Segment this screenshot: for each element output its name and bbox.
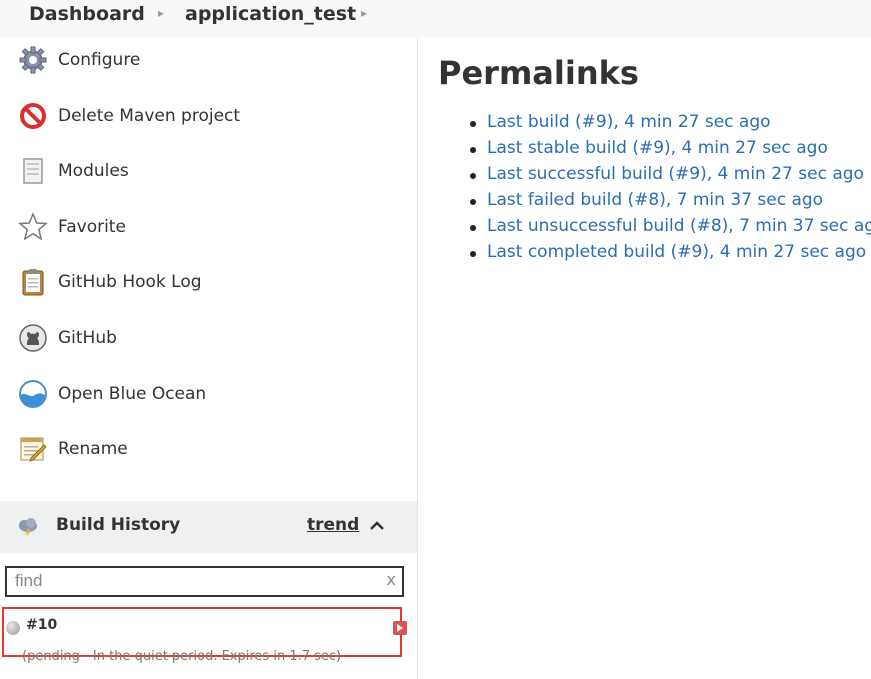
blue-ocean-icon	[18, 379, 48, 409]
chevron-right-icon[interactable]: ▸	[361, 6, 367, 20]
build-number-link[interactable]: #10	[26, 617, 57, 633]
task-open-blue-ocean[interactable]: Open Blue Ocean	[18, 379, 206, 409]
github-icon	[18, 323, 48, 353]
task-label: Open Blue Ocean	[58, 384, 207, 404]
chevron-up-icon[interactable]	[368, 517, 386, 535]
list-item: Last build (#9), 4 min 27 sec ago	[470, 112, 871, 138]
breadcrumb-dashboard[interactable]: Dashboard	[29, 3, 145, 25]
task-github[interactable]: GitHub	[18, 323, 117, 353]
permalink-last-stable-build[interactable]: Last stable build (#9), 4 min 27 sec ago	[487, 138, 828, 158]
clipboard-icon	[18, 267, 48, 297]
list-item: Last completed build (#9), 4 min 27 sec …	[470, 242, 871, 268]
page-title: Permalinks	[438, 54, 639, 92]
permalink-last-completed-build[interactable]: Last completed build (#9), 4 min 27 sec …	[487, 242, 866, 262]
breadcrumb-project[interactable]: application_test	[185, 3, 356, 25]
permalink-last-failed-build[interactable]: Last failed build (#8), 7 min 37 sec ago	[487, 190, 823, 210]
list-item: Last unsuccessful build (#8), 7 min 37 s…	[470, 216, 871, 242]
task-modules[interactable]: Modules	[18, 156, 129, 186]
task-label: Delete Maven project	[58, 106, 241, 126]
sidebar: Configure Delete Maven project Modules F…	[0, 38, 418, 679]
build-status-text: (pending—In the quiet period. Expires in…	[22, 649, 342, 664]
task-label: GitHub Hook Log	[58, 272, 202, 292]
cancel-build-icon[interactable]	[393, 621, 407, 635]
list-item: Last successful build (#9), 4 min 27 sec…	[470, 164, 871, 190]
task-rename[interactable]: Rename	[18, 434, 128, 464]
chevron-right-icon[interactable]: ▸	[158, 6, 164, 20]
star-icon	[18, 212, 48, 242]
task-label: GitHub	[58, 328, 117, 348]
permalinks-list: Last build (#9), 4 min 27 sec ago Last s…	[470, 112, 871, 268]
no-entry-icon	[18, 101, 48, 131]
list-item: Last failed build (#8), 7 min 37 sec ago	[470, 190, 871, 216]
build-history-search: x	[0, 553, 417, 609]
status-ball-icon	[6, 621, 20, 635]
task-delete-project[interactable]: Delete Maven project	[18, 101, 240, 131]
clear-search-button[interactable]: x	[387, 570, 396, 589]
task-favorite[interactable]: Favorite	[18, 212, 126, 242]
find-input[interactable]	[15, 568, 375, 594]
notepad-pencil-icon	[18, 434, 48, 464]
task-label: Configure	[58, 50, 141, 70]
document-icon	[18, 156, 48, 186]
task-github-hook-log[interactable]: GitHub Hook Log	[18, 267, 202, 297]
task-label: Favorite	[58, 217, 126, 237]
list-item: Last stable build (#9), 4 min 27 sec ago	[470, 138, 871, 164]
search-box: x	[5, 566, 404, 597]
build-history-title: Build History	[56, 515, 181, 535]
gear-icon	[18, 45, 48, 75]
trend-link[interactable]: trend	[307, 515, 359, 535]
permalink-last-build[interactable]: Last build (#9), 4 min 27 sec ago	[487, 112, 771, 132]
task-label: Modules	[58, 161, 129, 181]
breadcrumb: Dashboard ▸ application_test ▸	[0, 0, 871, 38]
task-configure[interactable]: Configure	[18, 45, 140, 75]
weather-cloud-icon	[16, 516, 40, 542]
task-label: Rename	[58, 439, 128, 459]
permalink-last-successful-build[interactable]: Last successful build (#9), 4 min 27 sec…	[487, 164, 864, 184]
permalink-last-unsuccessful-build[interactable]: Last unsuccessful build (#8), 7 min 37 s…	[487, 216, 871, 236]
build-history-header: Build History trend	[0, 501, 417, 553]
